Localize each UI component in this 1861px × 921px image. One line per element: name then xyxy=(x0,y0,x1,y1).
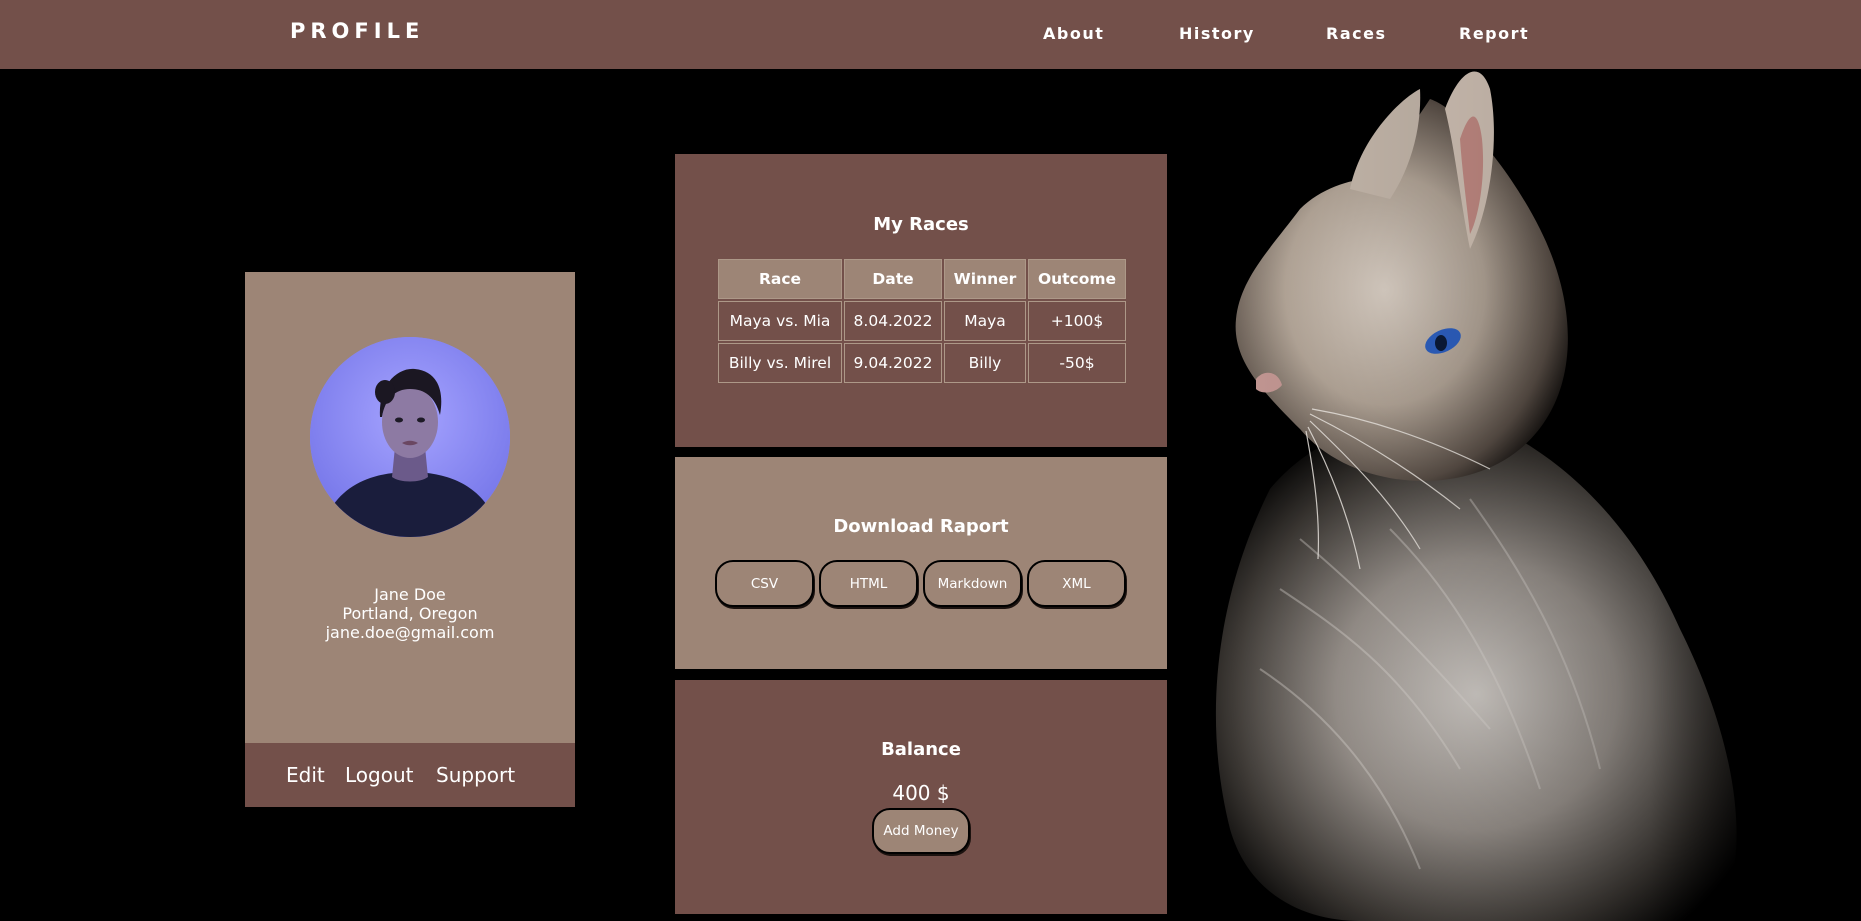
add-money-button[interactable]: Add Money xyxy=(872,808,970,854)
edit-link[interactable]: Edit xyxy=(286,763,325,787)
winner-cell: Maya xyxy=(944,301,1026,341)
download-report-title: Download Raport xyxy=(833,516,1009,537)
profile-info: Jane Doe Portland, Oregon jane.doe@gmail… xyxy=(245,585,575,642)
table-row: Billy vs. Mirel 9.04.2022 Billy -50$ xyxy=(718,343,1126,383)
outcome-cell: +100$ xyxy=(1028,301,1126,341)
date-cell: 9.04.2022 xyxy=(844,343,942,383)
balance-title: Balance xyxy=(881,739,961,760)
balance-value: 400 $ xyxy=(892,781,950,805)
column-header-race: Race xyxy=(718,259,842,299)
my-races-panel: My Races Race Date Winner Outcome Maya v… xyxy=(675,154,1167,447)
top-navbar: PROFILE About History Races Report xyxy=(0,0,1861,69)
html-button[interactable]: HTML xyxy=(819,560,918,607)
nav-link-races[interactable]: Races xyxy=(1326,24,1386,43)
profile-name: Jane Doe xyxy=(374,585,446,604)
nav-link-about[interactable]: About xyxy=(1043,24,1104,43)
profile-email: jane.doe@gmail.com xyxy=(325,623,495,642)
table-row: Maya vs. Mia 8.04.2022 Maya +100$ xyxy=(718,301,1126,341)
column-header-winner: Winner xyxy=(944,259,1026,299)
nav-link-report[interactable]: Report xyxy=(1459,24,1529,43)
xml-button[interactable]: XML xyxy=(1027,560,1126,607)
csv-button[interactable]: CSV xyxy=(715,560,814,607)
logout-link[interactable]: Logout xyxy=(345,763,413,787)
cat-background-image xyxy=(1160,69,1861,921)
nav-link-history[interactable]: History xyxy=(1179,24,1255,43)
balance-panel: Balance 400 $ Add Money xyxy=(675,680,1167,914)
profile-location: Portland, Oregon xyxy=(342,604,478,623)
outcome-cell: -50$ xyxy=(1028,343,1126,383)
markdown-button[interactable]: Markdown xyxy=(923,560,1022,607)
my-races-title: My Races xyxy=(873,214,969,235)
races-table-header: Race Date Winner Outcome xyxy=(718,259,1126,299)
support-link[interactable]: Support xyxy=(436,763,515,787)
avatar xyxy=(310,337,510,537)
column-header-outcome: Outcome xyxy=(1028,259,1126,299)
races-table: Race Date Winner Outcome Maya vs. Mia 8.… xyxy=(716,257,1128,385)
race-cell: Billy vs. Mirel xyxy=(718,343,842,383)
race-cell: Maya vs. Mia xyxy=(718,301,842,341)
date-cell: 8.04.2022 xyxy=(844,301,942,341)
column-header-date: Date xyxy=(844,259,942,299)
download-report-panel: Download Raport CSV HTML Markdown XML xyxy=(675,457,1167,669)
winner-cell: Billy xyxy=(944,343,1026,383)
brand-title: PROFILE xyxy=(290,19,425,43)
profile-actions-bar: Edit Logout Support xyxy=(245,743,575,807)
profile-card: Jane Doe Portland, Oregon jane.doe@gmail… xyxy=(245,272,575,807)
